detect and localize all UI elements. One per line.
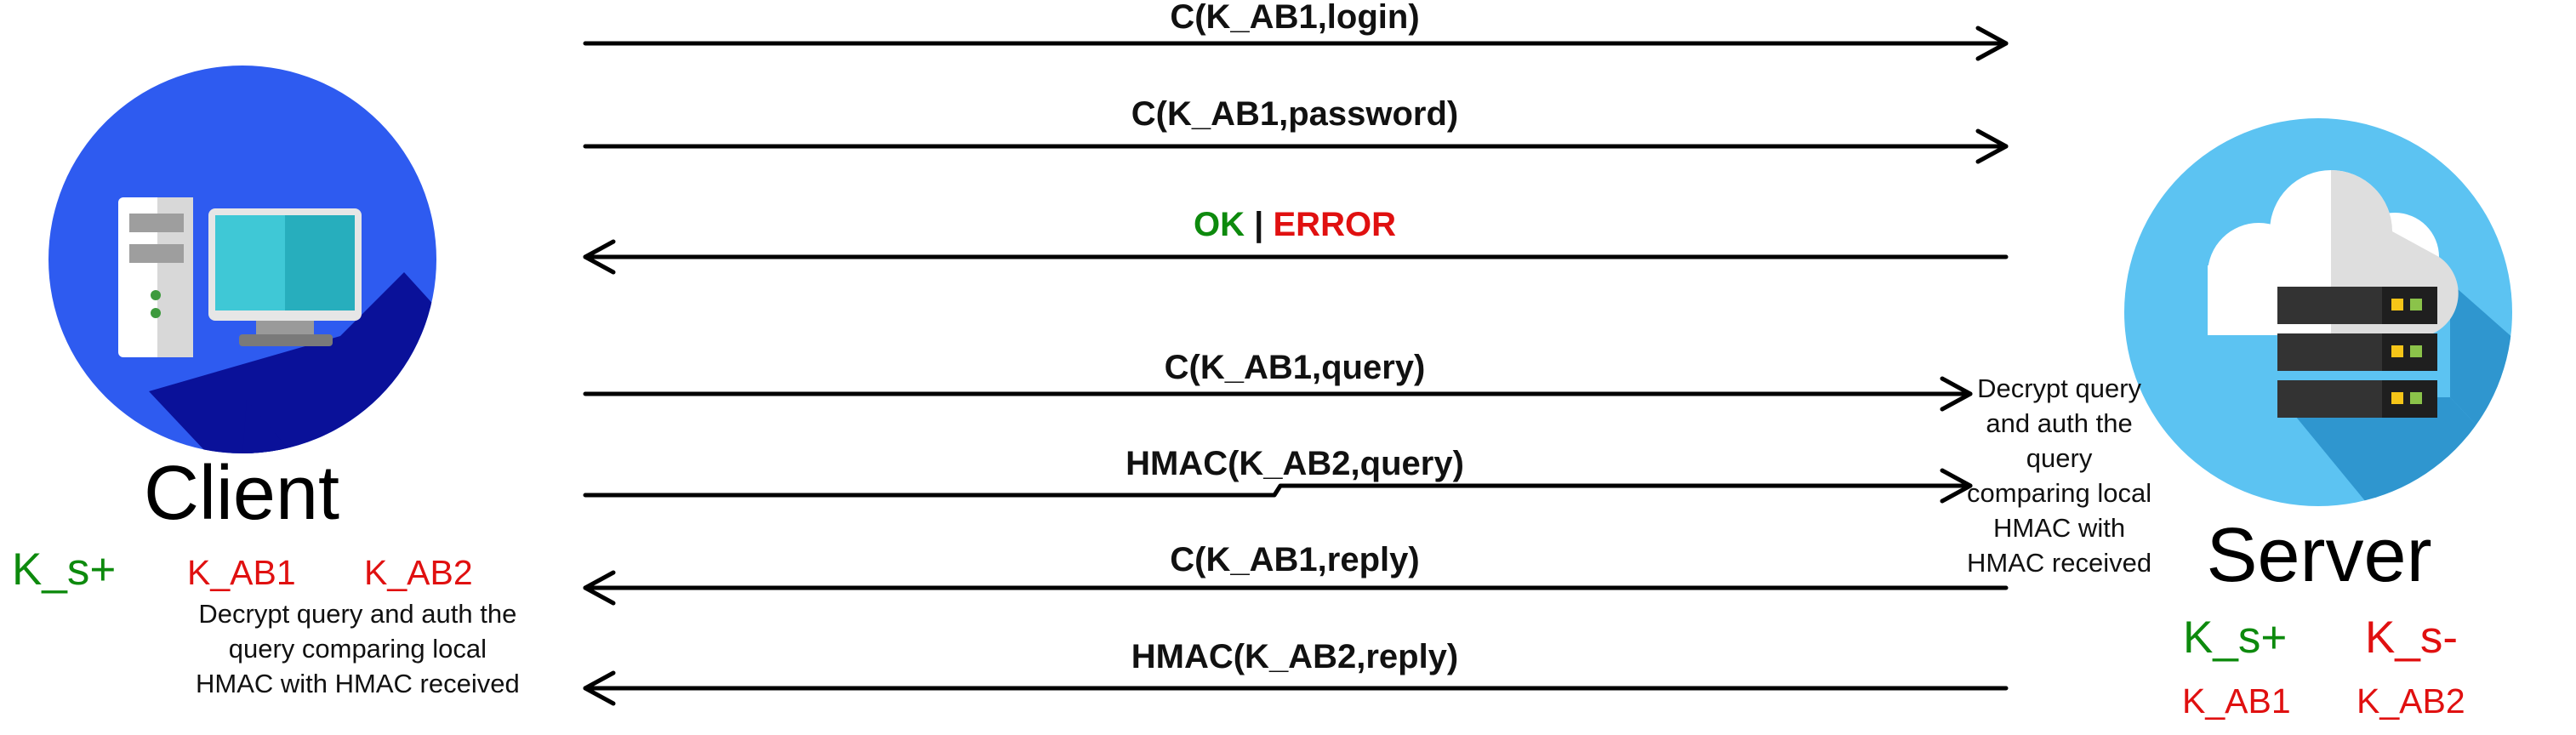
msg-hmac-query-label: HMAC(K_AB2,query): [1126, 445, 1464, 482]
msg-reply-label: C(K_AB1,reply): [1170, 541, 1420, 578]
server-label: Server: [2206, 513, 2432, 598]
ok-text: OK: [1194, 206, 1245, 243]
server-note-line: and auth the: [1986, 408, 2133, 438]
server-note: Decrypt query and auth the query compari…: [1967, 371, 2151, 580]
client-key-ab2: K_AB2: [364, 553, 473, 592]
client-note-line: HMAC with HMAC received: [196, 669, 520, 698]
client-key-ab1: K_AB1: [187, 553, 296, 592]
msg-password-label: C(K_AB1,password): [1131, 95, 1459, 133]
server-key-ab2: K_AB2: [2357, 681, 2465, 721]
error-text: ERROR: [1273, 206, 1396, 243]
client-computer-icon: [48, 66, 436, 453]
server-cloud-icon: [2124, 118, 2512, 506]
arrow-hmac-reply: [583, 670, 2009, 706]
arrow-ok-error: [583, 239, 2009, 275]
client-note-line: Decrypt query and auth the: [198, 599, 517, 629]
server-key-ab1: K_AB1: [2182, 681, 2291, 721]
msg-login-label: C(K_AB1,login): [1170, 0, 1420, 36]
server-private-key: K_s-: [2365, 612, 2458, 663]
protocol-diagram: C(K_AB1,login) C(K_AB1,password) OK | ER…: [0, 0, 2576, 735]
msg-hmac-reply-label: HMAC(K_AB2,reply): [1131, 638, 1459, 675]
msg-query-label: C(K_AB1,query): [1164, 349, 1426, 386]
server-note-line: Decrypt query: [1977, 373, 2142, 403]
client-note-line: query comparing local: [228, 634, 487, 664]
client-note: Decrypt query and auth the query compari…: [196, 596, 520, 701]
msg-ok-error-label: OK | ERROR: [1194, 208, 1396, 242]
server-note-line: HMAC received: [1967, 548, 2152, 578]
client-label: Client: [143, 451, 340, 536]
server-note-line: HMAC with: [1993, 513, 2126, 543]
server-note-line: query: [2026, 443, 2093, 473]
server-note-line: comparing local: [1967, 478, 2152, 508]
server-public-key: K_s+: [2183, 612, 2288, 663]
separator-text: |: [1254, 206, 1264, 243]
arrow-password: [583, 128, 2009, 164]
client-public-key: K_s+: [12, 544, 117, 595]
